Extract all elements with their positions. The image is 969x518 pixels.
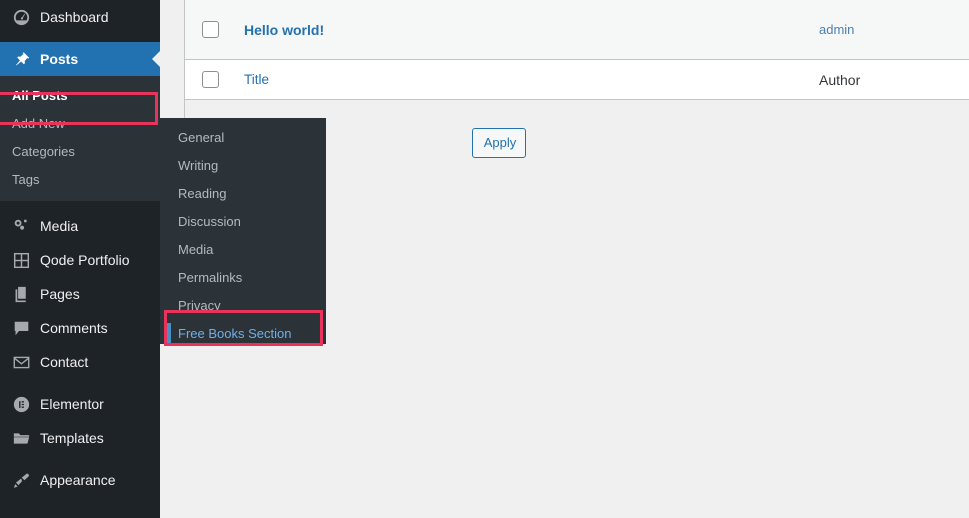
sidebar-item-label: Posts (40, 51, 79, 67)
menu-separator (0, 379, 160, 387)
elementor-icon (11, 394, 31, 414)
flyout-item-general[interactable]: General (160, 124, 326, 152)
sidebar-item-templates[interactable]: Templates (0, 421, 160, 455)
brush-icon (11, 470, 31, 490)
sidebar-item-tags[interactable]: Tags (0, 166, 160, 194)
apply-button[interactable]: Apply (472, 128, 526, 158)
sidebar-item-label: Pages (40, 286, 80, 302)
select-all-checkbox[interactable] (202, 71, 219, 88)
sidebar-item-label: Media (40, 218, 79, 234)
media-icon (11, 216, 31, 236)
table-header-row: Title Author (185, 60, 969, 100)
table-row[interactable]: Hello world! admin (185, 0, 969, 60)
flyout-item-free-books-section[interactable]: Free Books Section (160, 320, 326, 348)
sidebar-item-posts[interactable]: Posts (0, 42, 160, 76)
sidebar-item-add-new[interactable]: Add New (0, 110, 160, 138)
dashboard-icon (11, 7, 31, 27)
sidebar-item-label: Appearance (40, 472, 116, 488)
sidebar-item-label: Templates (40, 430, 104, 446)
post-author-link[interactable]: admin (819, 22, 969, 37)
flyout-item-writing[interactable]: Writing (160, 152, 326, 180)
sidebar-item-appearance[interactable]: Appearance (0, 463, 160, 497)
sidebar-item-label: Qode Portfolio (40, 252, 130, 268)
flyout-item-discussion[interactable]: Discussion (160, 208, 326, 236)
sidebar-item-label: Dashboard (40, 9, 109, 25)
pages-icon (11, 284, 31, 304)
post-title-link[interactable]: Hello world! (219, 22, 819, 38)
flyout-item-media[interactable]: Media (160, 236, 326, 264)
row-select-checkbox[interactable] (202, 21, 219, 38)
folder-icon (11, 428, 31, 448)
sidebar-item-label: Contact (40, 354, 89, 370)
settings-flyout-menu: General Writing Reading Discussion Media… (160, 118, 326, 345)
posts-list-table: Hello world! admin Title Author (185, 0, 969, 100)
flyout-item-privacy[interactable]: Privacy (160, 292, 326, 320)
admin-sidebar: Dashboard Posts All Posts Add New Catego… (0, 0, 160, 518)
sidebar-item-all-posts[interactable]: All Posts (0, 82, 160, 110)
content-left-gutter (160, 0, 185, 120)
sidebar-item-pages[interactable]: Pages (0, 277, 160, 311)
sidebar-item-qode-portfolio[interactable]: Qode Portfolio (0, 243, 160, 277)
sidebar-item-contact[interactable]: Contact (0, 345, 160, 379)
sidebar-item-label: Comments (40, 320, 108, 336)
flyout-item-reading[interactable]: Reading (160, 180, 326, 208)
envelope-icon (11, 352, 31, 372)
menu-separator (0, 34, 160, 42)
grid-icon (11, 250, 31, 270)
sidebar-item-media[interactable]: Media (0, 209, 160, 243)
sidebar-item-comments[interactable]: Comments (0, 311, 160, 345)
column-header-title[interactable]: Title (219, 72, 819, 87)
menu-separator (0, 455, 160, 463)
sidebar-item-categories[interactable]: Categories (0, 138, 160, 166)
flyout-item-permalinks[interactable]: Permalinks (160, 264, 326, 292)
column-header-author: Author (819, 71, 861, 88)
comment-icon (11, 318, 31, 338)
posts-submenu: All Posts Add New Categories Tags (0, 76, 160, 201)
menu-separator (0, 201, 160, 209)
pin-icon (11, 49, 31, 69)
sidebar-item-dashboard[interactable]: Dashboard (0, 0, 160, 34)
wordpress-admin-screen: Hello world! admin Title Author Apply Da… (0, 0, 969, 518)
sidebar-item-label: Elementor (40, 396, 104, 412)
sidebar-item-elementor[interactable]: Elementor (0, 387, 160, 421)
